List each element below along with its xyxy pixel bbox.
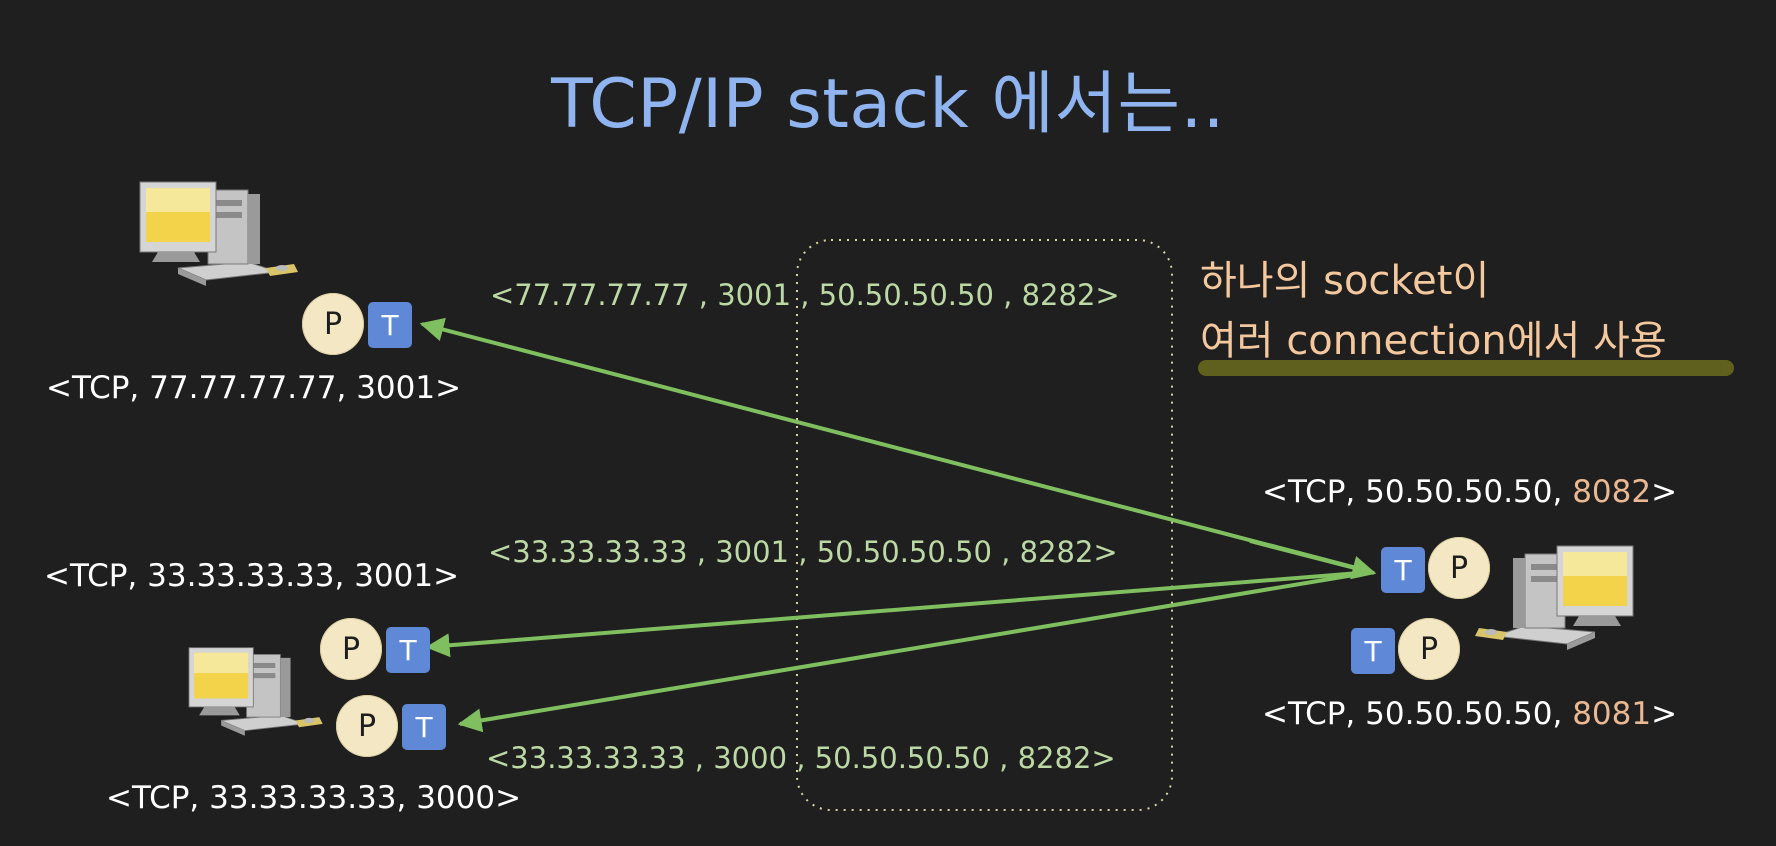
page-title: TCP/IP stack 에서는.. xyxy=(551,65,1225,144)
arrow-connection-2 xyxy=(425,570,1373,658)
process-icon-client-2b: P xyxy=(336,695,398,757)
server-a-port: 8082 xyxy=(1572,474,1652,510)
server-b-suffix: > xyxy=(1651,696,1678,732)
diagram-stage: TCP/IP stack 에서는.. 하나의 socket이 여러 connec… xyxy=(0,0,1776,846)
tcp-socket-icon-server-b: T xyxy=(1351,628,1395,674)
note-line-1: 하나의 socket이 xyxy=(1200,258,1490,304)
shared-socket-dotted-box xyxy=(796,239,1173,811)
tcp-socket-icon-server-a: T xyxy=(1381,547,1425,593)
process-icon-server-b: P xyxy=(1398,618,1460,680)
tcp-socket-icon-client-2a: T xyxy=(386,627,430,673)
connection-tuple-2: <33.33.33.33 , 3001 , 50.50.50.50 , 8282… xyxy=(488,535,1118,569)
process-icon-client-2a: P xyxy=(320,618,382,680)
server-b-prefix: <TCP, 50.50.50.50, xyxy=(1262,696,1573,732)
connection-tuple-3: <33.33.33.33 , 3000 , 50.50.50.50 , 8282… xyxy=(486,741,1116,775)
arrow-head-right-1 xyxy=(1249,539,1377,580)
socket-label-server-b: <TCP, 50.50.50.50, 8081> xyxy=(1262,696,1677,732)
note-line-2: 여러 connection에서 사용 xyxy=(1200,318,1667,364)
computer-icon-client-2 xyxy=(188,647,323,736)
server-a-suffix: > xyxy=(1651,474,1678,510)
tcp-socket-icon-client-1: T xyxy=(368,302,412,348)
computer-icon-client-1 xyxy=(139,181,298,286)
tcp-socket-icon-client-2b: T xyxy=(402,704,446,750)
socket-label-client-1: <TCP, 77.77.77.77, 3001> xyxy=(46,370,462,406)
process-icon-client-1: P xyxy=(302,293,364,355)
server-a-prefix: <TCP, 50.50.50.50, xyxy=(1262,474,1573,510)
socket-label-client-2b: <TCP, 33.33.33.33, 3000> xyxy=(106,780,522,816)
computer-icon-server xyxy=(1475,545,1634,650)
socket-label-server-a: <TCP, 50.50.50.50, 8082> xyxy=(1262,474,1677,510)
server-b-port: 8081 xyxy=(1572,696,1652,732)
arrow-connection-3 xyxy=(457,570,1373,733)
connection-tuple-1: <77.77.77.77 , 3001 , 50.50.50.50 , 8282… xyxy=(490,278,1120,312)
socket-label-client-2a: <TCP, 33.33.33.33, 3001> xyxy=(44,558,460,594)
